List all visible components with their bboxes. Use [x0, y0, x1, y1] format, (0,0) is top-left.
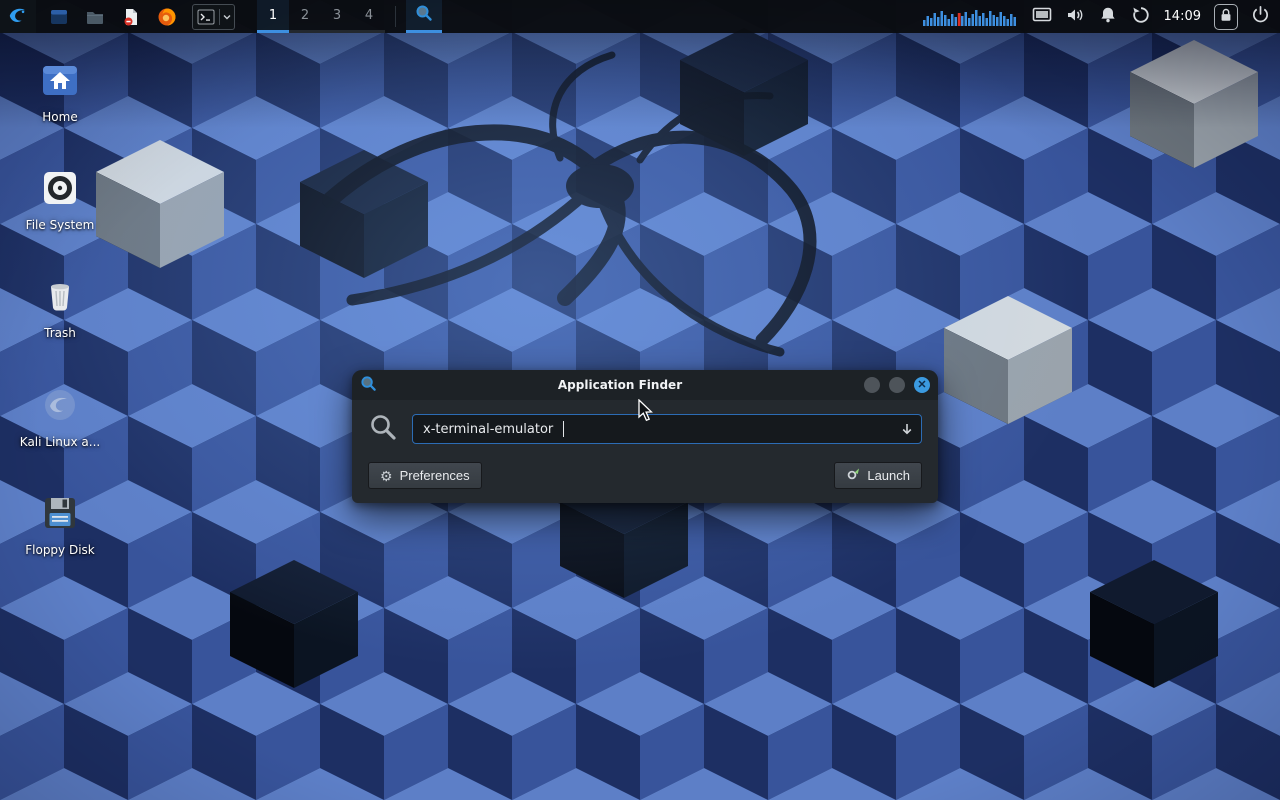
- terminal-icon: [195, 5, 217, 29]
- preferences-button[interactable]: ⚙ Preferences: [368, 462, 482, 489]
- applications-menu-button[interactable]: [0, 0, 36, 33]
- text-caret: [563, 421, 564, 437]
- desktop-icon-trash[interactable]: Trash: [12, 274, 108, 340]
- search-row: x-terminal-emulator: [368, 412, 922, 446]
- maximize-button[interactable]: [889, 377, 905, 393]
- window-buttons-icon[interactable]: [48, 5, 70, 29]
- launch-button-label: Launch: [867, 468, 910, 483]
- floppy-disk-icon: [38, 491, 82, 539]
- desktop: 1 2 3 4: [0, 0, 1280, 800]
- launch-button[interactable]: Launch: [834, 462, 922, 489]
- finder-body: x-terminal-emulator ⚙ Preferences Launc: [352, 400, 938, 503]
- chevron-down-icon[interactable]: [222, 7, 232, 26]
- panel-spacer: [442, 0, 923, 33]
- desktop-icon-label: Trash: [44, 327, 76, 340]
- application-finder-icon: [415, 4, 433, 26]
- kali-menu-icon: [7, 4, 29, 29]
- desktop-icon-label: Kali Linux a...: [20, 436, 100, 449]
- audio-spectrum-visualizer[interactable]: [923, 4, 1019, 30]
- text-editor-icon[interactable]: [120, 5, 142, 29]
- workspace-3[interactable]: 3: [321, 0, 353, 33]
- desktop-icon-label: File System: [26, 219, 95, 232]
- panel-separator: [395, 6, 396, 27]
- trash-icon: [38, 274, 82, 322]
- desktop-icon-file-system[interactable]: File System: [12, 166, 108, 232]
- home-folder-icon: [38, 58, 82, 106]
- taskbar-launchers: [36, 0, 247, 33]
- launch-icon: [846, 467, 860, 484]
- titlebar[interactable]: Application Finder ✕: [352, 370, 938, 400]
- volume-icon[interactable]: [1065, 5, 1085, 29]
- desktop-icon-home[interactable]: Home: [12, 58, 108, 124]
- logout-power-icon[interactable]: [1251, 5, 1270, 28]
- divider: [219, 9, 220, 25]
- taskbar-application-finder[interactable]: [406, 0, 442, 33]
- file-system-drive-icon: [38, 166, 82, 214]
- notifications-bell-icon[interactable]: [1098, 5, 1118, 29]
- clock[interactable]: 14:09: [1164, 9, 1201, 24]
- lock-icon: [1218, 7, 1234, 27]
- preferences-button-label: Preferences: [400, 468, 470, 483]
- minimize-button[interactable]: [864, 377, 880, 393]
- system-tray: 14:09: [923, 0, 1280, 33]
- file-manager-icon[interactable]: [84, 5, 106, 29]
- updates-icon[interactable]: [1131, 5, 1151, 29]
- search-icon: [368, 412, 398, 446]
- combo-arrow-icon[interactable]: [900, 422, 914, 436]
- firefox-icon[interactable]: [156, 5, 178, 29]
- button-row: ⚙ Preferences Launch: [368, 462, 922, 489]
- search-entry[interactable]: x-terminal-emulator: [412, 414, 922, 444]
- desktop-icon-kali-linux[interactable]: Kali Linux a...: [12, 383, 108, 449]
- search-entry-text: x-terminal-emulator: [423, 422, 553, 437]
- desktop-icon-label: Home: [42, 111, 77, 124]
- top-panel: 1 2 3 4: [0, 0, 1280, 33]
- desktop-icon-column: Home File System Trash Kali Linux a... F…: [12, 58, 108, 557]
- close-button[interactable]: ✕: [914, 377, 930, 393]
- window-title: Application Finder: [392, 378, 848, 392]
- terminal-launcher[interactable]: [192, 4, 235, 30]
- screen-lock-button[interactable]: [1214, 4, 1238, 30]
- gear-icon: ⚙: [380, 469, 393, 483]
- kali-docs-icon: [38, 383, 82, 431]
- workspace-2[interactable]: 2: [289, 0, 321, 33]
- workspace-switcher: 1 2 3 4: [257, 0, 385, 33]
- window-buttons: ✕: [864, 377, 930, 393]
- desktop-icon-label: Floppy Disk: [25, 544, 95, 557]
- workspace-4[interactable]: 4: [353, 0, 385, 33]
- application-finder-window: Application Finder ✕ x-terminal-emulator: [352, 370, 938, 503]
- window-app-icon: [360, 375, 377, 396]
- display-icon[interactable]: [1032, 5, 1052, 29]
- desktop-icon-floppy-disk[interactable]: Floppy Disk: [12, 491, 108, 557]
- workspace-1[interactable]: 1: [257, 0, 289, 33]
